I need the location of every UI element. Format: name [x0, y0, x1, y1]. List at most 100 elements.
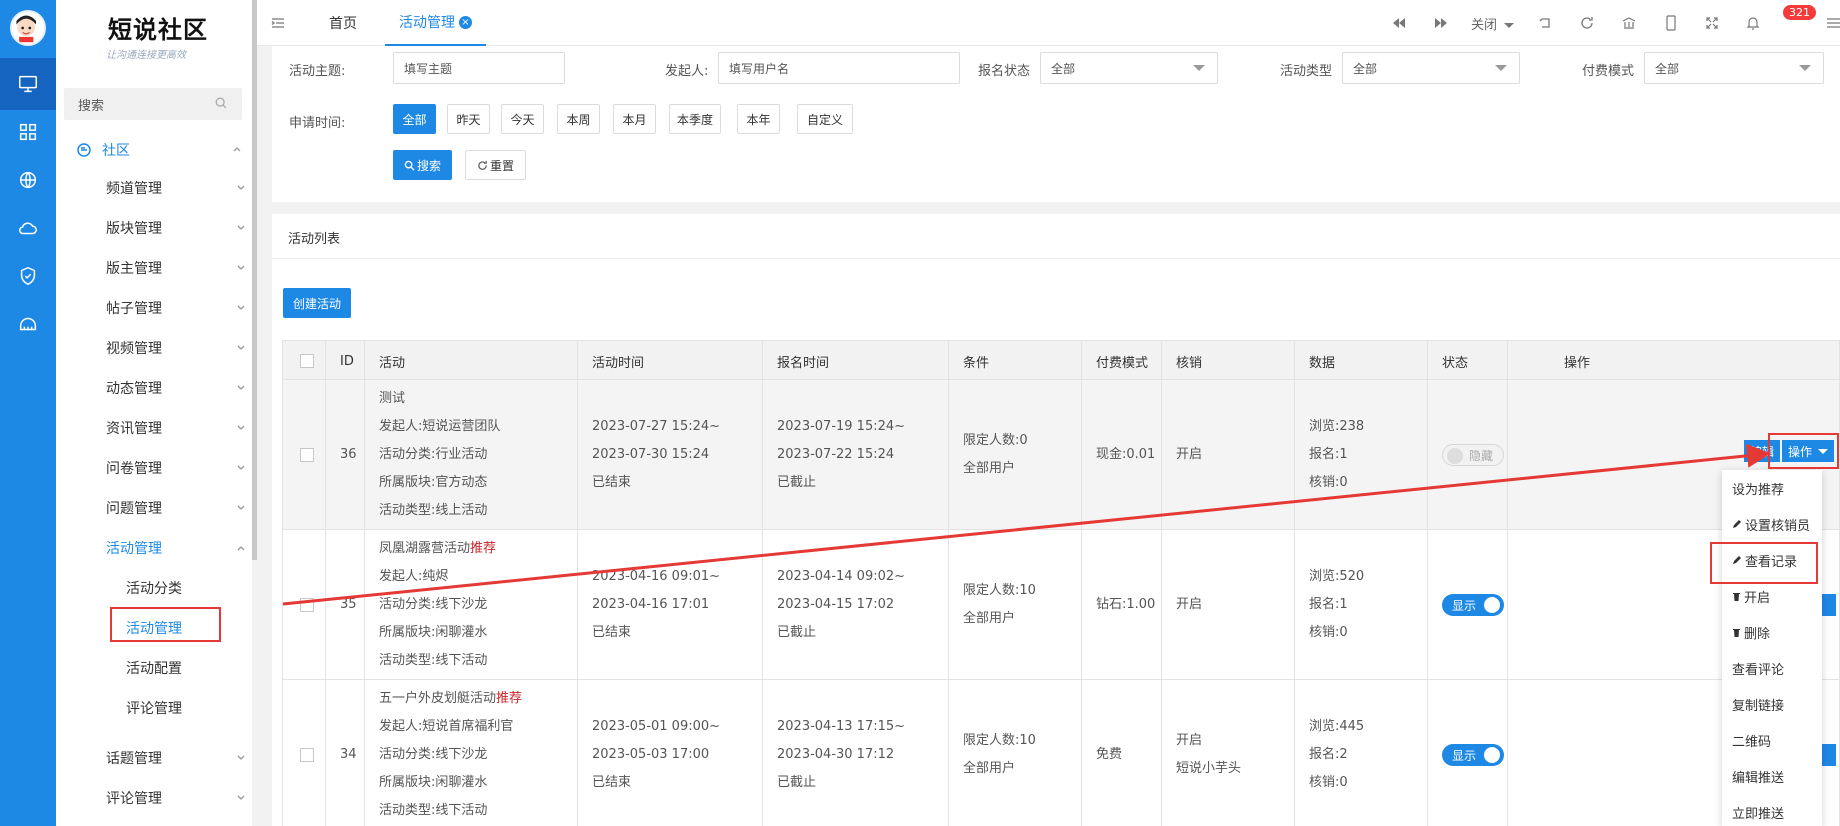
- monitor-icon[interactable]: [0, 58, 56, 110]
- bank-icon[interactable]: [1620, 14, 1638, 32]
- status-toggle[interactable]: 显示: [1442, 594, 1504, 616]
- sidebar-item-board[interactable]: 版块管理: [106, 208, 245, 248]
- recommend-tag: 推荐: [470, 541, 497, 556]
- table-row: 34 五一户外皮划艇活动推荐 发起人:短说首席福利官 活动分类:线下沙龙 所属版块:闲聊…: [282, 680, 1840, 826]
- initiator-input[interactable]: 填写用户名: [718, 52, 960, 84]
- menu-view-records[interactable]: 查看记录: [1732, 542, 1797, 578]
- menu-view-comments[interactable]: 查看评论: [1732, 650, 1784, 686]
- cond-line: 限定人数:0: [963, 433, 1028, 448]
- time-chip-all[interactable]: 全部: [393, 104, 436, 134]
- sidebar-sub-activity-category[interactable]: 活动分类: [126, 568, 182, 608]
- signup-status-select[interactable]: 全部: [1040, 52, 1218, 84]
- time-chip-custom[interactable]: 自定义: [797, 104, 853, 134]
- rewind-icon[interactable]: [1390, 14, 1408, 32]
- menu-copy-link[interactable]: 复制链接: [1732, 686, 1784, 722]
- status-label: 显示: [1452, 598, 1477, 613]
- close-tabs-dropdown[interactable]: 关闭: [1471, 14, 1515, 33]
- sidebar: 短说社区 让沟通连接更高效 搜索 社区 频道管理 版块管理 版主管理 帖子管理 …: [56, 0, 252, 826]
- operate-dropdown-button[interactable]: [1822, 744, 1836, 766]
- row-checkbox[interactable]: [300, 598, 314, 612]
- menu-qrcode[interactable]: 二维码: [1732, 722, 1771, 758]
- menu-delete[interactable]: 删除: [1732, 614, 1770, 650]
- sidebar-item-label: 资讯管理: [106, 421, 162, 437]
- sidebar-sub-activity-manage[interactable]: 活动管理: [126, 608, 182, 648]
- search-button-label: 搜索: [416, 158, 441, 173]
- filter-panel: 活动主题: 填写主题 发起人: 填写用户名 报名状态 全部 活动类型 全部 付费…: [272, 46, 1840, 202]
- pay-mode-select[interactable]: 全部: [1644, 52, 1824, 84]
- fast-forward-icon[interactable]: [1432, 14, 1450, 32]
- cell-signup-time: 2023-07-19 15:24~ 2023-07-22 15:24 已截止: [763, 380, 949, 530]
- sidebar-item-survey[interactable]: 问卷管理: [106, 448, 245, 488]
- sidebar-item-questions[interactable]: 问题管理: [106, 488, 245, 528]
- sidebar-sub-comment-manage[interactable]: 评论管理: [126, 688, 182, 728]
- status-toggle[interactable]: 隐藏: [1442, 444, 1504, 466]
- grid-icon[interactable]: [0, 106, 56, 158]
- create-activity-button[interactable]: 创建活动: [283, 288, 351, 318]
- more-menu-icon[interactable]: [1827, 14, 1840, 32]
- menu-set-verifier[interactable]: 设置核销员: [1732, 506, 1810, 542]
- cond-line: 限定人数:10: [963, 733, 1036, 748]
- sidebar-item-channel[interactable]: 频道管理: [106, 168, 245, 208]
- menu-edit-push[interactable]: 编辑推送: [1732, 758, 1784, 794]
- sidebar-item-moderator[interactable]: 版主管理: [106, 248, 245, 288]
- sidebar-item-posts[interactable]: 帖子管理: [106, 288, 245, 328]
- cloud-icon[interactable]: [0, 202, 56, 254]
- sidebar-item-topics[interactable]: 话题管理: [106, 738, 245, 778]
- chevron-down-icon: [237, 795, 245, 800]
- sidebar-group-community[interactable]: 社区: [76, 140, 252, 160]
- menu-enable[interactable]: 开启: [1732, 578, 1770, 614]
- row-checkbox[interactable]: [300, 748, 314, 762]
- close-icon[interactable]: ×: [459, 15, 472, 29]
- menu-fold-icon[interactable]: [271, 16, 285, 30]
- sidebar-item-videos[interactable]: 视频管理: [106, 328, 245, 368]
- cell-status: 显示: [1428, 680, 1508, 826]
- row-checkbox[interactable]: [300, 448, 314, 462]
- sidebar-item-news[interactable]: 资讯管理: [106, 408, 245, 448]
- time-chip-week[interactable]: 本周: [557, 104, 600, 134]
- time-chip-yesterday[interactable]: 昨天: [447, 104, 490, 134]
- search-icon: [215, 97, 227, 109]
- sidebar-sub-activity-config[interactable]: 活动配置: [126, 648, 182, 688]
- header-verify: 核销: [1162, 341, 1295, 381]
- activity-type-select[interactable]: 全部: [1342, 52, 1520, 84]
- activity-text: 所属版块:闲聊灌水: [379, 625, 488, 640]
- chevron-down-icon: [237, 425, 245, 430]
- time-chip-today[interactable]: 今天: [501, 104, 544, 134]
- cell-status: 隐藏: [1428, 380, 1508, 530]
- router-icon[interactable]: [0, 298, 56, 350]
- status-toggle[interactable]: 显示: [1442, 744, 1504, 766]
- sidebar-item-moments[interactable]: 动态管理: [106, 368, 245, 408]
- globe-icon[interactable]: [0, 154, 56, 206]
- bell-icon[interactable]: [1744, 14, 1762, 32]
- tab-label: 活动管理: [399, 15, 455, 31]
- edit-button[interactable]: 编辑: [1744, 440, 1780, 462]
- refresh-icon[interactable]: [1578, 14, 1596, 32]
- tab-activity-manage[interactable]: 活动管理 ×: [385, 0, 486, 46]
- search-button[interactable]: 搜索: [393, 150, 452, 180]
- signup-line: 已截止: [777, 475, 817, 490]
- menu-push-now[interactable]: 立即推送: [1732, 794, 1784, 826]
- time-chip-year[interactable]: 本年: [737, 104, 780, 134]
- reset-button[interactable]: 重置: [465, 150, 526, 180]
- user-avatar[interactable]: [10, 10, 46, 46]
- mobile-icon[interactable]: [1662, 14, 1680, 32]
- fullscreen-icon[interactable]: [1703, 14, 1721, 32]
- select-all-checkbox[interactable]: [300, 354, 314, 368]
- sidebar-item-activity[interactable]: 活动管理: [106, 528, 245, 568]
- operate-dropdown-button[interactable]: 操作: [1782, 440, 1834, 462]
- time-chip-quarter[interactable]: 本季度: [669, 104, 721, 134]
- menu-set-recommend[interactable]: 设为推荐: [1732, 470, 1784, 506]
- tab-home[interactable]: 首页: [329, 0, 369, 46]
- topic-input[interactable]: 填写主题: [393, 52, 565, 84]
- chevron-down-icon: [237, 345, 245, 350]
- shield-icon[interactable]: [0, 250, 56, 302]
- time-chip-month[interactable]: 本月: [613, 104, 656, 134]
- operate-dropdown-button[interactable]: [1822, 594, 1836, 616]
- sidebar-scrollbar[interactable]: [252, 0, 257, 560]
- sidebar-item-comments[interactable]: 评论管理: [106, 778, 245, 818]
- time-line: 已结束: [592, 625, 632, 640]
- back-icon[interactable]: [1536, 14, 1554, 32]
- sidebar-search-input[interactable]: 搜索: [64, 88, 242, 120]
- cell-pay-mode: 现金:0.01: [1082, 380, 1162, 530]
- header-condition: 条件: [949, 341, 1082, 381]
